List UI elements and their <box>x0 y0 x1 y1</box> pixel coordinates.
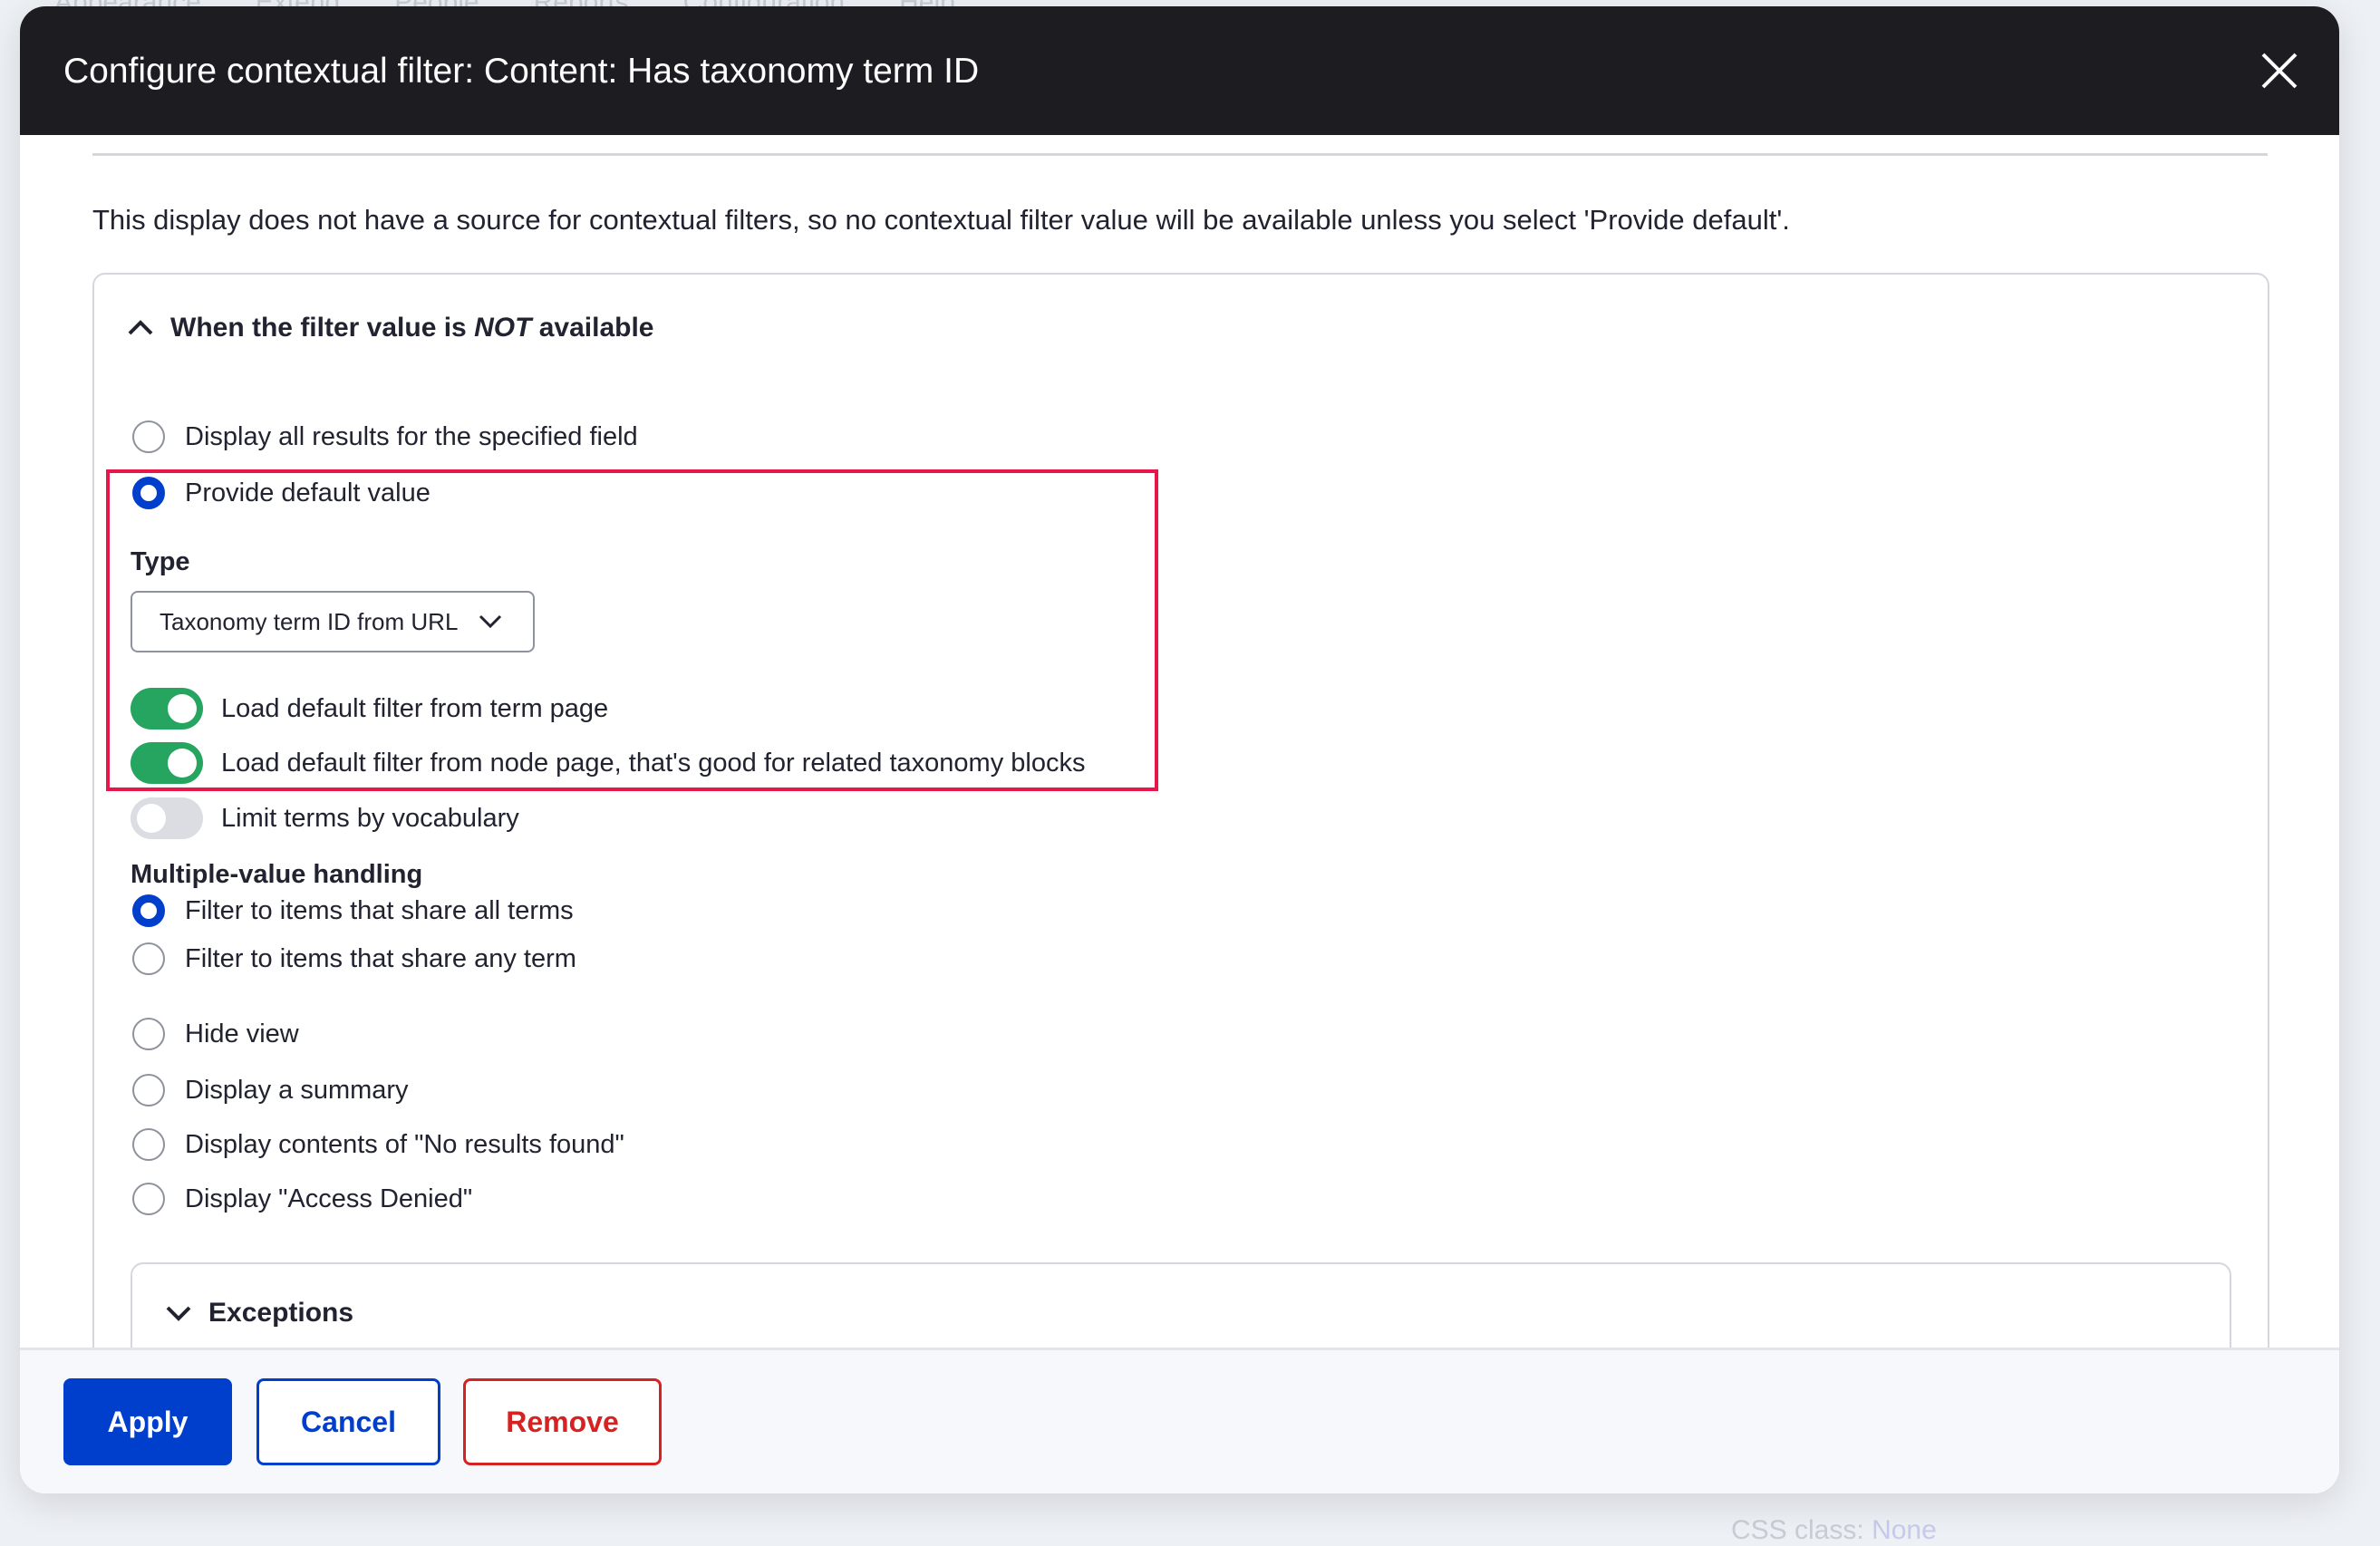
radio-hide-view[interactable]: Hide view <box>132 1018 299 1050</box>
divider <box>92 153 2268 156</box>
radio-button[interactable] <box>132 420 165 453</box>
intro-text: This display does not have a source for … <box>92 204 1790 236</box>
close-icon[interactable] <box>2259 50 2300 92</box>
radio-button-selected[interactable] <box>132 894 165 927</box>
highlight-annotation-box <box>106 469 1158 791</box>
radio-label: Filter to items that share all terms <box>185 895 574 925</box>
exceptions-label: Exceptions <box>208 1298 354 1328</box>
css-class-label: CSS class: <box>1731 1515 1864 1545</box>
toggle-limit-vocabulary[interactable]: Limit terms by vocabulary <box>131 797 519 839</box>
dialog-title: Configure contextual filter: Content: Ha… <box>63 52 980 91</box>
radio-label: Display a summary <box>185 1075 409 1105</box>
radio-access-denied[interactable]: Display "Access Denied" <box>132 1183 472 1215</box>
radio-button[interactable] <box>132 1128 165 1161</box>
cancel-button[interactable]: Cancel <box>256 1378 440 1465</box>
radio-button[interactable] <box>132 1183 165 1215</box>
exceptions-toggle[interactable]: Exceptions <box>165 1298 353 1329</box>
legend-emphasis: NOT <box>474 313 532 343</box>
css-class-value: None <box>1872 1515 1937 1545</box>
background-css-class: CSS class: None <box>1731 1515 1937 1546</box>
chevron-down-icon <box>166 1306 191 1321</box>
radio-label: Display "Access Denied" <box>185 1184 473 1213</box>
chevron-up-icon <box>128 320 153 335</box>
legend-text: When the filter value is <box>170 313 475 343</box>
radio-label: Display all results for the specified fi… <box>185 421 638 451</box>
multiple-value-label: Multiple-value handling <box>131 860 423 889</box>
apply-button[interactable]: Apply <box>63 1378 232 1465</box>
configure-filter-dialog: Configure contextual filter: Content: Ha… <box>20 6 2339 1493</box>
toggle-switch-off[interactable] <box>131 797 203 839</box>
legend-text-end: available <box>531 313 654 343</box>
radio-label: Display contents of "No results found" <box>185 1129 624 1159</box>
radio-button[interactable] <box>132 1074 165 1106</box>
radio-button[interactable] <box>132 1018 165 1050</box>
remove-button[interactable]: Remove <box>463 1378 662 1465</box>
radio-button[interactable] <box>132 942 165 975</box>
radio-share-any[interactable]: Filter to items that share any term <box>132 942 576 975</box>
radio-no-results[interactable]: Display contents of "No results found" <box>132 1128 624 1161</box>
radio-share-all[interactable]: Filter to items that share all terms <box>132 894 574 927</box>
radio-display-all[interactable]: Display all results for the specified fi… <box>132 420 638 453</box>
radio-label: Hide view <box>185 1019 299 1048</box>
dialog-header: Configure contextual filter: Content: Ha… <box>20 6 2339 135</box>
radio-label: Filter to items that share any term <box>185 943 576 973</box>
toggle-label: Limit terms by vocabulary <box>221 803 519 833</box>
radio-display-summary[interactable]: Display a summary <box>132 1074 409 1106</box>
not-available-toggle[interactable]: When the filter value is NOT available <box>127 313 654 343</box>
